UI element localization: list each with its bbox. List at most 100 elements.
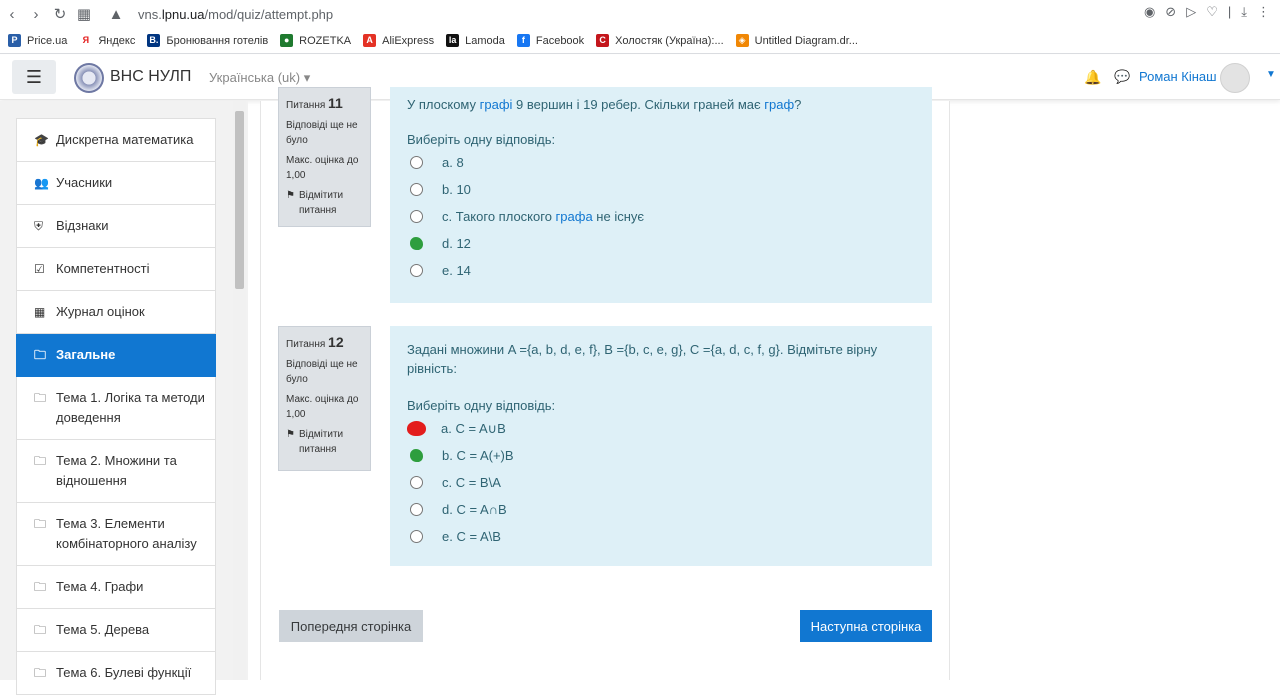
drawer-item[interactable]: 🎓 Дискретна математика <box>16 118 216 162</box>
drawer-item[interactable]: ▦ Журнал оцінок <box>16 291 216 334</box>
drawer-item-label: Учасники <box>56 175 113 190</box>
menu-dots-icon[interactable]: ⋮ <box>1257 4 1270 20</box>
answer-option[interactable]: c. Такого плоского графа не існує <box>410 203 915 230</box>
bookmark-item[interactable]: A AliExpress <box>363 34 434 47</box>
nav-drawer: 🎓 Дискретна математика 👥 Учасники ⛨ Відзнаки ☑… <box>0 101 248 695</box>
reload-icon[interactable]: ↻ <box>48 2 72 26</box>
divider: | <box>1227 4 1232 19</box>
drawer-item[interactable]: 🗀 Тема 1. Логіка та методи доведення <box>16 377 216 440</box>
answer-radio[interactable] <box>407 421 426 436</box>
tabs-grid-icon[interactable]: ▦ <box>72 2 96 26</box>
answer-option[interactable]: b. C = A(+)B <box>410 442 915 469</box>
answer-text: e. C = A\B <box>442 529 501 544</box>
glossary-link[interactable]: графа <box>556 209 593 224</box>
answer-radio[interactable] <box>410 210 423 223</box>
address-bar[interactable]: vns.lpnu.ua/mod/quiz/attempt.php <box>138 7 333 22</box>
answer-option[interactable]: a. 8 <box>410 149 915 176</box>
site-brand[interactable]: ВНС НУЛП <box>110 68 191 86</box>
flag-icon: ⚑ <box>286 190 295 201</box>
site-logo[interactable] <box>74 63 104 93</box>
answer-radio[interactable] <box>410 183 423 196</box>
glossary-link[interactable]: графі <box>480 97 513 112</box>
question-number: 11 <box>328 95 343 111</box>
drawer-item-label: Відзнаки <box>56 218 109 233</box>
back-icon[interactable]: ‹ <box>0 2 24 26</box>
drawer-item[interactable]: 🗀 Тема 2. Множини та відношення <box>16 440 216 503</box>
answer-text: c. C = B\A <box>442 475 501 490</box>
bookmark-item[interactable]: P Price.ua <box>8 34 67 47</box>
answer-text: a. 8 <box>442 155 464 170</box>
chevron-down-icon[interactable]: ▼ <box>1266 69 1276 80</box>
drawer-item[interactable]: 🗀 Загальне <box>16 334 216 377</box>
browser-toolbar: ‹ › ↻ ▦ ▲ vns.lpnu.ua/mod/quiz/attempt.p… <box>0 0 1280 28</box>
question-text: Задані множини A ={a, b, d, e, f}, B ={b… <box>407 342 878 376</box>
bell-icon[interactable]: 🔔 <box>1084 69 1101 86</box>
drawer-item-label: Журнал оцінок <box>56 304 145 319</box>
question-text: У плоскому графі 9 вершин і 19 ребер. Ск… <box>407 97 802 112</box>
answer-radio[interactable] <box>410 237 423 250</box>
bookmarks-bar: P Price.ua Я Яндекс B. Бронювання готелів ● ROZ… <box>0 28 1280 54</box>
drawer-item[interactable]: ⛨ Відзнаки <box>16 205 216 248</box>
language-selector[interactable]: Українська (uk) ▾ <box>209 70 310 86</box>
answer-text: b. C = A(+)B <box>442 448 514 463</box>
drawer-scrollbar[interactable] <box>233 101 246 680</box>
send-icon[interactable]: ▷ <box>1186 4 1196 20</box>
answer-option[interactable]: d. 12 <box>410 230 915 257</box>
download-icon[interactable]: ⤓ <box>1241 4 1247 20</box>
drawer-list: 🎓 Дискретна математика 👥 Учасники ⛨ Відзнаки ☑… <box>16 118 216 695</box>
camera-icon[interactable]: ◉ <box>1144 4 1155 20</box>
drawer-item[interactable]: 👥 Учасники <box>16 162 216 205</box>
bookmark-item[interactable]: Я Яндекс <box>79 34 135 47</box>
block-icon[interactable]: ⊘ <box>1165 4 1176 20</box>
flag-icon: ⚑ <box>286 429 295 440</box>
drawer-item-label: Тема 2. Множини та відношення <box>56 453 177 488</box>
bookmark-item[interactable]: ◈ Untitled Diagram.dr... <box>735 34 858 47</box>
checkbox-icon: ☑ <box>34 262 45 276</box>
answer-list: a. 8 b. 10 c. Такого плоского графа не існ… <box>407 149 915 284</box>
folder-icon: 🗀 <box>34 580 47 594</box>
drawer-item[interactable]: 🗀 Тема 6. Булеві функції <box>16 652 216 695</box>
drawer-item[interactable]: 🗀 Тема 3. Елементи комбінаторного аналізу <box>16 503 216 566</box>
forward-icon[interactable]: › <box>24 2 48 26</box>
drawer-item[interactable]: ☑ Компетентності <box>16 248 216 291</box>
answer-text: c. Такого плоского графа не існує <box>442 209 645 224</box>
answer-option[interactable]: d. C = A∩B <box>410 496 915 523</box>
question-status: Відповіді ще не було <box>286 359 358 385</box>
bookmark-item[interactable]: ● ROZETKA <box>280 34 351 47</box>
bookmark-item[interactable]: f Facebook <box>516 34 584 47</box>
scrollbar-thumb[interactable] <box>235 111 244 289</box>
drawer-item[interactable]: 🗀 Тема 5. Дерева <box>16 609 216 652</box>
answer-option[interactable]: c. C = B\A <box>410 469 915 496</box>
question-number: 12 <box>328 334 344 350</box>
answer-radio[interactable] <box>410 530 423 543</box>
drawer-item-label: Тема 4. Графи <box>56 579 144 594</box>
avatar[interactable] <box>1220 63 1250 93</box>
glossary-link[interactable]: граф <box>764 97 794 112</box>
flag-question-link[interactable]: ⚑ Відмітити питання <box>286 427 363 457</box>
next-page-button[interactable]: Наступна сторінка <box>800 610 932 642</box>
question-info: Питання 11 Відповіді ще не було Макс. оц… <box>278 87 371 227</box>
bookmark-item[interactable]: la Lamoda <box>446 34 505 47</box>
flag-question-link[interactable]: ⚑ Відмітити питання <box>286 188 363 218</box>
drawer-item-label: Компетентності <box>56 261 150 276</box>
answer-radio[interactable] <box>410 476 423 489</box>
answer-option[interactable]: e. 14 <box>410 257 915 284</box>
chat-icon[interactable]: 💬 <box>1114 69 1130 85</box>
answer-radio[interactable] <box>410 449 423 462</box>
bookmark-item[interactable]: C Холостяк (Україна):... <box>596 34 724 47</box>
answer-radio[interactable] <box>410 503 423 516</box>
answer-option[interactable]: e. C = A\B <box>410 523 915 550</box>
answer-radio[interactable] <box>410 264 423 277</box>
folder-icon: 🗀 <box>34 348 47 362</box>
answer-option[interactable]: b. 10 <box>410 176 915 203</box>
user-name[interactable]: Роман Кінаш <box>1139 69 1217 84</box>
folder-icon: 🗀 <box>34 454 47 468</box>
drawer-item[interactable]: 🗀 Тема 4. Графи <box>16 566 216 609</box>
drawio-icon: ◈ <box>735 34 749 47</box>
bookmark-item[interactable]: B. Бронювання готелів <box>147 34 268 47</box>
answer-option[interactable]: a. C = A∪B <box>407 415 915 442</box>
previous-page-button[interactable]: Попередня сторінка <box>279 610 423 642</box>
heart-icon[interactable]: ♡ <box>1206 4 1218 20</box>
hamburger-menu-button[interactable]: ☰ <box>12 60 56 94</box>
answer-radio[interactable] <box>410 156 423 169</box>
